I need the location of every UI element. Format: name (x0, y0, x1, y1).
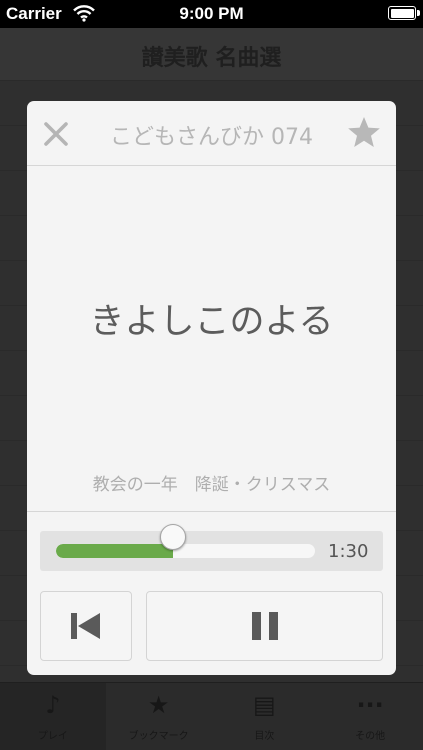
playback-controls: 1:30 (27, 511, 396, 675)
star-icon: ★ (147, 691, 170, 719)
tab-bar: ♪ プレイ ★ ブックマーク ▤ 目次 ··· その他 (0, 682, 423, 750)
background-navbar: 讃美歌 名曲選 (0, 28, 423, 81)
favorite-star-icon[interactable] (346, 115, 382, 151)
tab-label: プレイ (37, 731, 68, 742)
battery-icon (388, 6, 420, 20)
tab-index: ▤ 目次 (212, 683, 318, 750)
time-remaining: 1:30 (328, 541, 369, 562)
background-app-title: 讃美歌 名曲選 (141, 46, 282, 71)
progress-panel: 1:30 (40, 524, 383, 571)
music-note-icon: ♪ (45, 691, 61, 719)
tab-bookmark: ★ ブックマーク (106, 683, 212, 750)
status-bar: Carrier 9:00 PM (0, 0, 423, 28)
progress-thumb[interactable] (159, 524, 186, 550)
tab-more: ··· その他 (317, 683, 423, 750)
pause-icon (251, 612, 278, 640)
previous-button[interactable] (40, 591, 132, 661)
close-icon[interactable] (39, 117, 73, 151)
pause-button[interactable] (146, 591, 383, 661)
book-icon: ▤ (253, 691, 276, 719)
more-icon: ··· (356, 691, 384, 719)
song-category: 教会の一年 降誕・クリスマス (92, 475, 331, 495)
tab-label: 目次 (254, 731, 275, 742)
player-title: こどもさんびか 074 (110, 125, 313, 150)
song-title: きよしこのよる (89, 302, 334, 342)
status-time: 9:00 PM (179, 4, 244, 23)
tab-play: ♪ プレイ (0, 683, 106, 750)
progress-fill (56, 544, 173, 558)
tab-label: ブックマーク (128, 731, 189, 742)
player-modal: こどもさんびか 074 きよしこのよる 教会の一年 降誕・クリスマス 1:30 (27, 101, 396, 675)
player-header: こどもさんびか 074 (27, 101, 396, 166)
progress-track[interactable] (56, 544, 315, 558)
skip-previous-icon (71, 613, 100, 639)
tab-label: その他 (355, 731, 386, 742)
